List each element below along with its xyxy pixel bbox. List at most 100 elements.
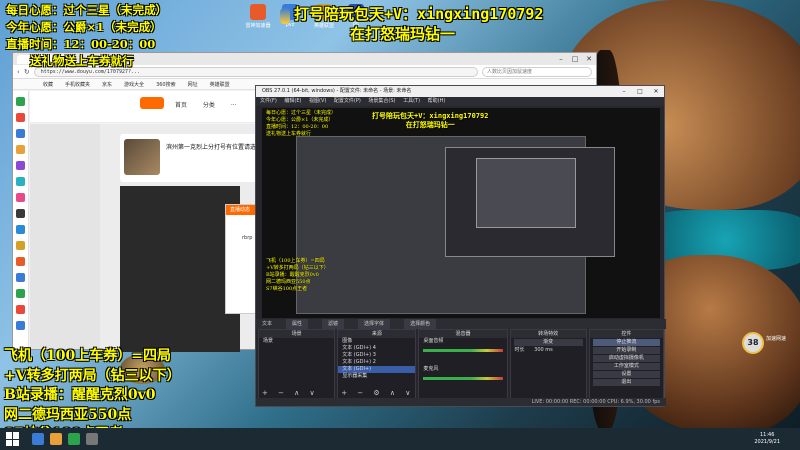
room-title: 滨州第一克烈上分打号有位置请选 [166,144,257,151]
scenes-dock: 场景 场景 + − ∧ ∨ [258,329,336,399]
video-player[interactable] [120,186,240,352]
source-item[interactable]: 显示器采集 [338,373,415,380]
virtual-camera-button[interactable]: 启动虚拟摄像机 [592,355,660,362]
overlay-top-left: 每日心愿：过个三星（未完成） 今年心愿：公爵×1（未完成） 直播时间：12：00… [6,2,167,70]
overlay-rule-line: 网二德玛西亚550点 [4,406,132,423]
obs-menubar[interactable]: 文件(F) 编辑(E) 视图(V) 配置文件(P) 场景集合(S) 工具(T) … [256,97,664,106]
sidebar-app-icon[interactable] [16,273,25,282]
sidebar-app-icon[interactable] [16,305,25,314]
search-input[interactable]: 人数比贝因加鼠速度 [482,66,592,77]
taskbar-apps [32,433,98,445]
obs-docks: 场景 场景 + − ∧ ∨ 来源 图像 文本 (GDI+) 4 文本 (GDI+… [256,329,666,399]
bookmark-item[interactable]: 京东 [102,81,112,88]
source-toolbar: 文本 属性 滤镜 选择字体 选择颜色 [256,319,666,329]
close-icon[interactable]: ✕ [582,55,596,64]
start-recording-button[interactable]: 开始录制 [592,347,660,354]
obs-preview[interactable]: 打号陪玩包天+V：xingxing170792 在打怒瑞玛钻一 每日心愿：过个三星… [262,108,660,318]
exit-button[interactable]: 退出 [592,379,660,386]
preview-nested-obs [445,147,615,257]
minimize-icon[interactable]: – [554,55,568,64]
sidebar-app-icon[interactable] [16,161,25,170]
overlay-wish-daily: 每日心愿：过个三星（未完成） [6,3,167,17]
source-toolbar-label: 文本 [262,321,273,327]
filters-button[interactable]: 滤镜 [322,319,345,329]
streamer-avatar[interactable] [124,139,160,175]
scene-dock-buttons[interactable]: + − ∧ ∨ [262,389,319,397]
sidebar-app-icon[interactable] [16,241,25,250]
mixer-dock: 混音器 桌面音频 麦克风 [418,329,508,399]
sources-dock-title: 来源 [338,330,416,338]
maximize-icon[interactable]: □ [632,86,648,97]
obs-title: OBS 27.0.1 (64-bit, windows) - 配置文件: 未命名… [262,88,412,94]
taskbar-app-icon[interactable] [32,433,44,445]
mixer-channel-label: 麦克风 [423,366,439,372]
bookmark-item[interactable]: 360搜索 [156,81,176,88]
bookmark-item[interactable]: 网址 [188,81,198,88]
sidebar-app-icon[interactable] [16,209,25,218]
source-item[interactable]: 图像 [338,338,415,345]
taskbar: 11:46 2021/9/21 [0,428,800,450]
douyu-logo[interactable] [140,97,164,109]
overlay-gift-note: 送礼物送上车券就行 [30,54,134,68]
studio-mode-button[interactable]: 工作室模式 [592,363,660,370]
accelerator-label: 加速网速 [766,336,787,342]
taskbar-app-icon[interactable] [68,433,80,445]
sidebar-app-icon[interactable] [16,289,25,298]
source-item[interactable]: 文本 (GDI+) 2 [338,359,415,366]
accelerator-ball[interactable]: 38 [742,332,764,354]
sidebar-app-icon[interactable] [16,129,25,138]
taskbar-app-icon[interactable] [86,433,98,445]
bookmark-item[interactable]: 英雄联盟 [210,81,230,88]
douyu-nav[interactable]: 首页 分类 ··· [175,100,237,109]
preview-nested-desktop [296,136,615,314]
sources-dock: 来源 图像 文本 (GDI+) 4 文本 (GDI+) 3 文本 (GDI+) … [337,329,417,399]
window-controls: – □ ✕ [554,55,596,64]
properties-button[interactable]: 属性 [286,319,309,329]
bookmark-item[interactable]: 游戏大全 [124,81,144,88]
audio-meter[interactable] [423,377,503,380]
clock-time: 11:46 [759,432,775,438]
settings-button[interactable]: 设置 [592,371,660,378]
controls-dock-title: 控件 [589,330,663,338]
maximize-icon[interactable]: □ [568,55,582,64]
mixer-channel-label: 桌面音频 [423,338,444,344]
preview-top-left-text: 每日心愿：过个三星（未完成） 今年心愿：公爵×1（未完成） 直播时间：12：00… [266,110,337,137]
source-item[interactable]: 文本 (GDI+) [338,366,416,373]
select-font-button[interactable]: 选择字体 [358,319,391,329]
douyu-left-panel [30,124,100,349]
select-color-button[interactable]: 选择颜色 [404,319,437,329]
browser-sidebar [13,91,29,349]
sidebar-app-icon[interactable] [16,177,25,186]
bookmark-item[interactable]: 收藏 [43,81,53,88]
sidebar-app-icon[interactable] [16,145,25,154]
controls-dock: 控件 停止推流 开始录制 启动虚拟摄像机 工作室模式 设置 退出 [588,329,664,399]
preview-banner: 打号陪玩包天+V：xingxing170792 在打怒瑞玛钻一 [372,112,489,129]
transitions-dock-title: 转场特效 [510,330,586,338]
source-dock-buttons[interactable]: + − ⚙ ∧ ∨ [341,389,414,397]
sidebar-app-icon[interactable] [16,193,25,202]
minimize-icon[interactable]: – [616,86,632,97]
audio-meter[interactable] [423,349,503,352]
close-icon[interactable]: ✕ [648,86,664,97]
scene-item[interactable]: 场景 [259,338,334,345]
sidebar-app-icon[interactable] [16,97,25,106]
taskbar-app-icon[interactable] [50,433,62,445]
transition-select[interactable]: 渐变 [513,339,583,346]
source-item[interactable]: 文本 (GDI+) 3 [338,352,415,359]
source-item[interactable]: 文本 (GDI+) 4 [338,345,415,352]
sidebar-app-icon[interactable] [16,225,25,234]
sidebar-app-icon[interactable] [16,321,25,330]
duration-input[interactable]: 300 ms [534,347,553,353]
mixer-dock-title: 混音器 [419,330,507,338]
scenes-dock-title: 场景 [259,330,335,338]
preview-nested-obs-inner [476,158,576,228]
sidebar-app-icon[interactable] [16,113,25,122]
transitions-dock: 转场特效 渐变 时长 300 ms [509,329,587,399]
start-button[interactable] [6,432,20,446]
overlay-banner: 打号陪玩包天+V：xingxing170792 在打怒瑞玛钻一 [270,4,544,44]
bookmark-item[interactable]: 手机收藏夹 [65,81,90,88]
sidebar-app-icon[interactable] [16,257,25,266]
overlay-rule-line: B站录播：醒醒克烈0v0 [4,387,156,403]
stop-streaming-button[interactable]: 停止推流 [592,339,660,346]
taskbar-clock[interactable]: 11:46 2021/9/21 [754,432,780,446]
